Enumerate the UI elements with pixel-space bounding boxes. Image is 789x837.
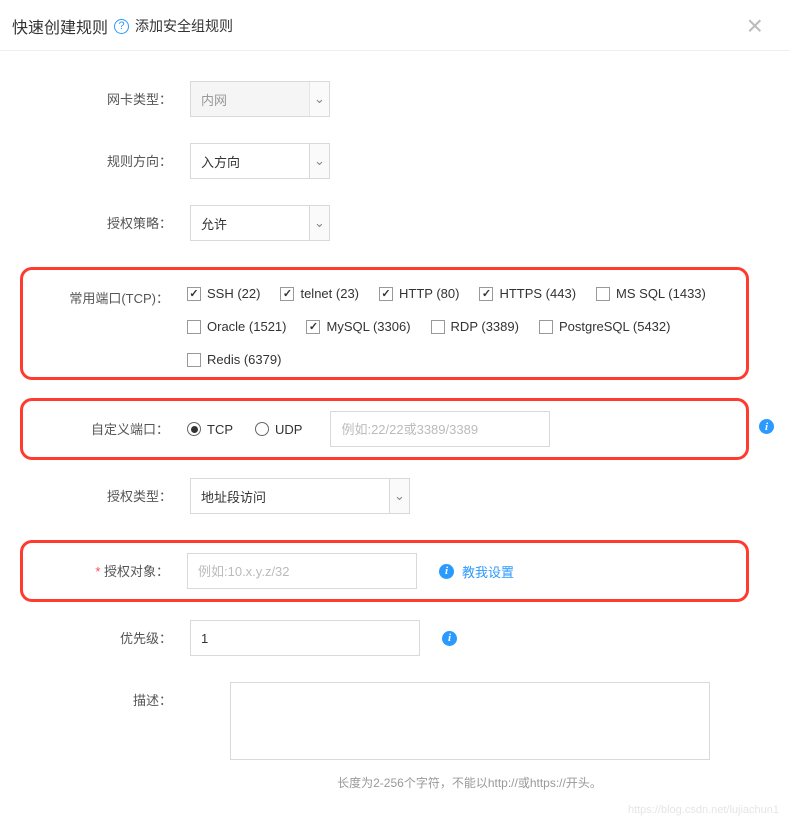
chk-oracle[interactable]: Oracle (1521) bbox=[187, 319, 286, 334]
label-direction: 规则方向： bbox=[20, 143, 190, 170]
chk-telnet[interactable]: telnet (23) bbox=[280, 286, 359, 301]
checkbox-icon bbox=[187, 320, 201, 334]
radio-icon bbox=[255, 422, 269, 436]
input-auth-object[interactable] bbox=[187, 553, 417, 589]
chk-http[interactable]: HTTP (80) bbox=[379, 286, 459, 301]
row-description: 描述： 长度为2-256个字符，不能以http://或https://开头。 bbox=[20, 682, 749, 791]
help-icon[interactable]: ? bbox=[114, 19, 129, 34]
row-auth-policy: 授权策略： 允许 ⌄ bbox=[20, 205, 749, 241]
checkbox-icon bbox=[187, 353, 201, 367]
checkbox-icon bbox=[431, 320, 445, 334]
annotation-auth-object: 授权对象： i 教我设置 bbox=[20, 540, 749, 602]
row-auth-type: 授权类型： 地址段访问 ⌄ bbox=[20, 478, 749, 514]
row-direction: 规则方向： 入方向 ⌄ bbox=[20, 143, 749, 179]
chevron-down-icon: ⌄ bbox=[309, 82, 329, 116]
label-common-ports: 常用端口(TCP)： bbox=[29, 280, 187, 307]
row-priority: 优先级： i bbox=[20, 620, 749, 656]
chk-mysql[interactable]: MySQL (3306) bbox=[306, 319, 410, 334]
label-description: 描述： bbox=[20, 682, 190, 709]
label-auth-policy: 授权策略： bbox=[20, 205, 190, 232]
chk-rdp[interactable]: RDP (3389) bbox=[431, 319, 519, 334]
info-icon[interactable]: i bbox=[442, 631, 457, 646]
chk-mssql[interactable]: MS SQL (1433) bbox=[596, 286, 706, 301]
chevron-down-icon: ⌄ bbox=[389, 479, 409, 513]
row-auth-object: 授权对象： i 教我设置 bbox=[29, 553, 736, 589]
select-nic-type-value: 内网 bbox=[201, 90, 227, 109]
checkbox-icon bbox=[539, 320, 553, 334]
label-auth-object: 授权对象： bbox=[29, 553, 187, 580]
row-nic-type: 网卡类型： 内网 ⌄ bbox=[20, 81, 749, 117]
close-icon[interactable]: × bbox=[741, 12, 769, 40]
checkbox-icon bbox=[596, 287, 610, 301]
row-common-ports: 常用端口(TCP)： SSH (22) telnet (23) HTTP (80… bbox=[29, 280, 732, 367]
select-direction[interactable]: 入方向 ⌄ bbox=[190, 143, 330, 179]
label-custom-port: 自定义端口： bbox=[29, 411, 187, 438]
link-teach-me[interactable]: 教我设置 bbox=[462, 562, 514, 581]
radio-icon bbox=[187, 422, 201, 436]
dialog-title: 快速创建规则 bbox=[12, 14, 108, 38]
form-body: 网卡类型： 内网 ⌄ 规则方向： 入方向 ⌄ 授权策略： 允许 ⌄ bbox=[0, 51, 789, 837]
annotation-custom-port: 自定义端口： TCP UDP i bbox=[20, 398, 749, 460]
chevron-down-icon: ⌄ bbox=[309, 144, 329, 178]
checkbox-icon bbox=[479, 287, 493, 301]
checkbox-icon bbox=[187, 287, 201, 301]
chevron-down-icon: ⌄ bbox=[309, 206, 329, 240]
dialog-subtitle: 添加安全组规则 bbox=[135, 16, 233, 36]
dialog-header: 快速创建规则 ? 添加安全组规则 × bbox=[0, 0, 789, 51]
label-priority: 优先级： bbox=[20, 620, 190, 647]
chk-ssh[interactable]: SSH (22) bbox=[187, 286, 260, 301]
input-custom-port[interactable] bbox=[330, 411, 550, 447]
textarea-description[interactable] bbox=[230, 682, 710, 760]
input-priority[interactable] bbox=[190, 620, 420, 656]
select-auth-policy-value: 允许 bbox=[201, 214, 227, 233]
chk-https[interactable]: HTTPS (443) bbox=[479, 286, 576, 301]
select-nic-type: 内网 ⌄ bbox=[190, 81, 330, 117]
chk-postgresql[interactable]: PostgreSQL (5432) bbox=[539, 319, 671, 334]
label-auth-type: 授权类型： bbox=[20, 478, 190, 505]
checkbox-icon bbox=[306, 320, 320, 334]
row-custom-port: 自定义端口： TCP UDP bbox=[29, 411, 686, 447]
header-left: 快速创建规则 ? 添加安全组规则 bbox=[12, 14, 233, 38]
info-icon[interactable]: i bbox=[439, 564, 454, 579]
select-auth-type-value: 地址段访问 bbox=[201, 487, 266, 506]
annotation-common-ports: 常用端口(TCP)： SSH (22) telnet (23) HTTP (80… bbox=[20, 267, 749, 380]
radio-tcp[interactable]: TCP bbox=[187, 422, 233, 437]
hint-description: 长度为2-256个字符，不能以http://或https://开头。 bbox=[337, 774, 602, 791]
select-auth-type[interactable]: 地址段访问 ⌄ bbox=[190, 478, 410, 514]
label-nic-type: 网卡类型： bbox=[20, 81, 190, 108]
radio-udp[interactable]: UDP bbox=[255, 422, 302, 437]
checkbox-icon bbox=[379, 287, 393, 301]
select-auth-policy[interactable]: 允许 ⌄ bbox=[190, 205, 330, 241]
checkbox-group-ports: SSH (22) telnet (23) HTTP (80) HTTPS (44… bbox=[187, 280, 732, 367]
radio-group-protocol: TCP UDP bbox=[187, 422, 302, 437]
select-direction-value: 入方向 bbox=[201, 152, 240, 171]
chk-redis[interactable]: Redis (6379) bbox=[187, 352, 281, 367]
info-icon[interactable]: i bbox=[759, 419, 774, 434]
checkbox-icon bbox=[280, 287, 294, 301]
